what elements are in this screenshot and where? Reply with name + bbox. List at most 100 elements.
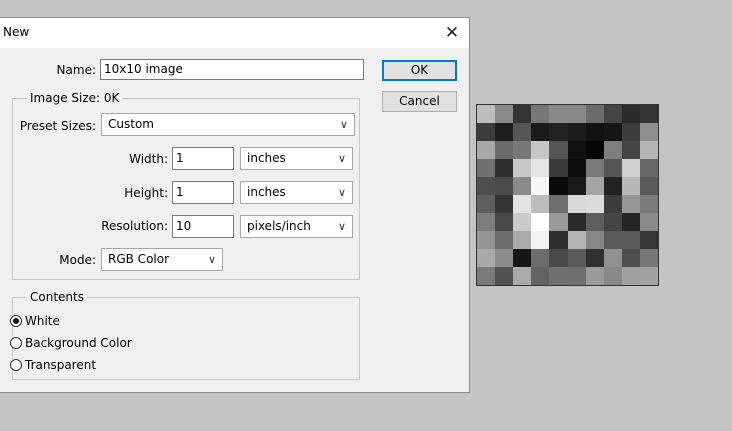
- preview-pixel: [603, 141, 622, 159]
- preview-pixel: [495, 177, 514, 195]
- preview-pixel: [585, 105, 604, 123]
- resolution-input[interactable]: 10: [172, 215, 234, 238]
- radio-icon[interactable]: [10, 337, 22, 349]
- preview-pixel: [477, 159, 496, 177]
- preview-pixel: [621, 231, 640, 249]
- chevron-down-icon: ∨: [337, 152, 346, 165]
- preview-pixel: [549, 213, 568, 231]
- preview-pixel: [621, 177, 640, 195]
- close-icon[interactable]: ✕: [435, 18, 469, 48]
- chevron-down-icon: ∨: [339, 118, 348, 131]
- preview-pixel: [549, 267, 568, 285]
- preset-sizes-select[interactable]: Custom ∨: [101, 113, 355, 136]
- radio-checked-icon[interactable]: [10, 315, 22, 327]
- preview-pixel: [549, 123, 568, 141]
- preview-pixel: [477, 249, 496, 267]
- preview-pixel: [513, 141, 532, 159]
- name-input[interactable]: 10x10 image: [100, 59, 364, 80]
- preview-pixel: [513, 195, 532, 213]
- radio-icon[interactable]: [10, 359, 22, 371]
- preview-pixel: [639, 195, 658, 213]
- preview-pixel: [495, 267, 514, 285]
- preview-pixel: [477, 105, 496, 123]
- preview-pixel: [549, 105, 568, 123]
- chevron-down-icon: ∨: [207, 253, 216, 266]
- cancel-button[interactable]: Cancel: [382, 91, 457, 112]
- preview-pixel: [549, 249, 568, 267]
- name-label: Name:: [56, 63, 96, 77]
- preview-pixel: [495, 195, 514, 213]
- contents-option-white[interactable]: White: [10, 314, 60, 328]
- preview-pixel: [513, 231, 532, 249]
- preview-pixel: [621, 267, 640, 285]
- height-label: Height:: [124, 186, 168, 200]
- preview-pixel: [567, 177, 586, 195]
- mode-label: Mode:: [59, 253, 96, 267]
- preview-pixel: [639, 177, 658, 195]
- preview-pixel: [513, 159, 532, 177]
- contents-option-transparent[interactable]: Transparent: [10, 358, 96, 372]
- preview-pixel: [567, 249, 586, 267]
- preview-pixel: [477, 231, 496, 249]
- contents-option-label: Background Color: [25, 336, 132, 350]
- preview-pixel: [495, 141, 514, 159]
- preview-pixel: [567, 231, 586, 249]
- width-unit-select[interactable]: inches ∨: [240, 147, 353, 170]
- preview-pixel: [585, 195, 604, 213]
- preview-pixel: [639, 105, 658, 123]
- preview-pixel: [531, 123, 550, 141]
- preview-pixel: [567, 105, 586, 123]
- resolution-unit-select[interactable]: pixels/inch ∨: [240, 215, 353, 238]
- preview-pixel: [639, 249, 658, 267]
- preview-pixel: [477, 267, 496, 285]
- preview-pixel: [495, 105, 514, 123]
- preview-pixel: [585, 231, 604, 249]
- chevron-down-icon: ∨: [337, 220, 346, 233]
- preview-pixel: [567, 213, 586, 231]
- preview-pixel: [513, 249, 532, 267]
- new-image-dialog: New ✕ Name: 10x10 image OK Cancel Image …: [0, 17, 470, 393]
- preview-pixel: [495, 249, 514, 267]
- preview-pixel: [639, 141, 658, 159]
- preview-pixel: [639, 123, 658, 141]
- resolution-unit-value: pixels/inch: [247, 219, 311, 233]
- preview-pixel: [531, 159, 550, 177]
- preview-pixel: [585, 177, 604, 195]
- preview-pixel: [477, 213, 496, 231]
- preview-pixel: [621, 195, 640, 213]
- preview-pixel: [603, 105, 622, 123]
- preview-pixel: [549, 177, 568, 195]
- title-bar: New ✕: [0, 18, 469, 48]
- mode-value: RGB Color: [108, 252, 170, 266]
- preview-pixel: [567, 195, 586, 213]
- preview-pixel: [477, 195, 496, 213]
- preview-pixel: [531, 249, 550, 267]
- preview-pixel: [621, 123, 640, 141]
- preview-pixel: [531, 267, 550, 285]
- preview-pixel: [513, 105, 532, 123]
- height-input[interactable]: 1: [172, 181, 234, 204]
- preview-pixel: [567, 141, 586, 159]
- preview-pixel: [603, 123, 622, 141]
- preview-pixel: [567, 267, 586, 285]
- dialog-title: New: [3, 25, 30, 39]
- image-size-label: Image Size: 0K: [27, 91, 123, 105]
- preview-pixel: [621, 105, 640, 123]
- preview-pixel: [549, 231, 568, 249]
- preview-pixel: [567, 159, 586, 177]
- height-unit-value: inches: [247, 185, 286, 199]
- width-input[interactable]: 1: [172, 147, 234, 170]
- preview-pixel: [603, 177, 622, 195]
- preview-pixel: [639, 267, 658, 285]
- preview-pixel: [621, 159, 640, 177]
- preview-pixel: [585, 159, 604, 177]
- height-unit-select[interactable]: inches ∨: [240, 181, 353, 204]
- width-unit-value: inches: [247, 151, 286, 165]
- contents-option-background-color[interactable]: Background Color: [10, 336, 132, 350]
- preview-pixel: [531, 231, 550, 249]
- preview-pixel: [531, 213, 550, 231]
- mode-select[interactable]: RGB Color ∨: [101, 248, 223, 271]
- width-label: Width:: [129, 152, 168, 166]
- ok-button[interactable]: OK: [382, 60, 457, 81]
- preset-sizes-label: Preset Sizes:: [19, 119, 96, 133]
